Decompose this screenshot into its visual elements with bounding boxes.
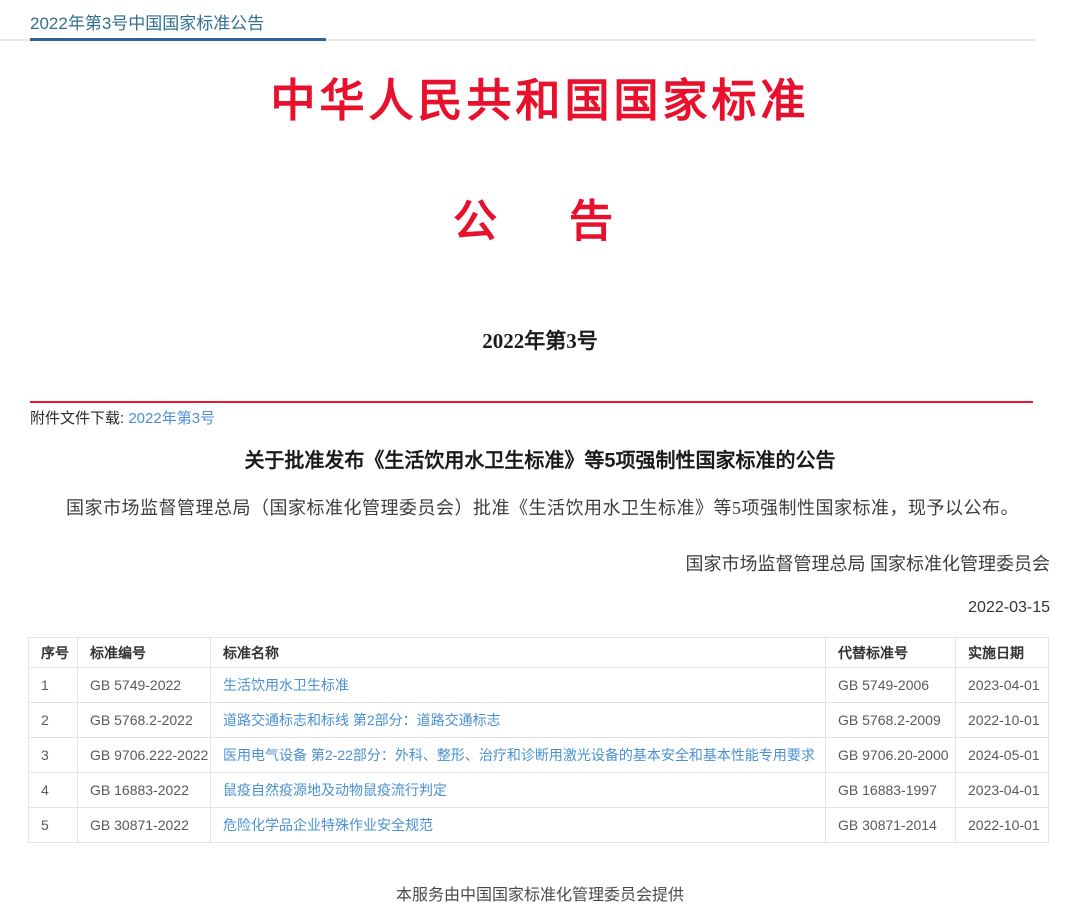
- issue-number: 2022年第3号: [0, 325, 1080, 355]
- cell-effective: 2023-04-01: [956, 668, 1049, 703]
- table-row: 5 GB 30871-2022 危险化学品企业特殊作业安全规范 GB 30871…: [29, 808, 1049, 843]
- cell-name: 道路交通标志和标线 第2部分：道路交通标志: [211, 703, 826, 738]
- col-header-name: 标准名称: [211, 638, 826, 668]
- cell-code: GB 16883-2022: [78, 773, 211, 808]
- table-row: 1 GB 5749-2022 生活饮用水卫生标准 GB 5749-2006 20…: [29, 668, 1049, 703]
- cell-code: GB 9706.222-2022: [78, 738, 211, 773]
- standard-name-link[interactable]: 道路交通标志和标线 第2部分：道路交通标志: [223, 712, 501, 728]
- col-header-effective: 实施日期: [956, 638, 1049, 668]
- cell-code: GB 5749-2022: [78, 668, 211, 703]
- table-row: 3 GB 9706.222-2022 医用电气设备 第2-22部分：外科、整形、…: [29, 738, 1049, 773]
- cell-index: 5: [29, 808, 78, 843]
- red-divider-line: [30, 401, 1033, 403]
- cell-index: 1: [29, 668, 78, 703]
- cell-code: GB 30871-2022: [78, 808, 211, 843]
- masthead-subtitle: 公 告: [0, 185, 1080, 249]
- cell-replaces: GB 5749-2006: [826, 668, 956, 703]
- cell-name: 生活饮用水卫生标准: [211, 668, 826, 703]
- standard-name-link[interactable]: 生活饮用水卫生标准: [223, 677, 349, 693]
- standard-name-link[interactable]: 危险化学品企业特殊作业安全规范: [223, 817, 433, 833]
- announcement-title: 关于批准发布《生活饮用水卫生标准》等5项强制性国家标准的公告: [0, 444, 1080, 473]
- standard-name-link[interactable]: 鼠疫自然疫源地及动物鼠疫流行判定: [223, 782, 447, 798]
- table-header-row: 序号 标准编号 标准名称 代替标准号 实施日期: [29, 638, 1049, 668]
- cell-effective: 2022-10-01: [956, 703, 1049, 738]
- attachment-row: 附件文件下载: 2022年第3号: [30, 407, 1080, 428]
- cell-replaces: GB 30871-2014: [826, 808, 956, 843]
- attachment-label: 附件文件下载:: [30, 410, 124, 427]
- cell-code: GB 5768.2-2022: [78, 703, 211, 738]
- cell-index: 2: [29, 703, 78, 738]
- standard-name-link[interactable]: 医用电气设备 第2-22部分：外科、整形、治疗和诊断用激光设备的基本安全和基本性…: [223, 747, 815, 763]
- cell-replaces: GB 5768.2-2009: [826, 703, 956, 738]
- col-header-code: 标准编号: [78, 638, 211, 668]
- service-provider-note: 本服务由中国国家标准化管理委员会提供: [0, 881, 1080, 905]
- announcement-signature: 国家市场监督管理总局 国家标准化管理委员会: [0, 550, 1050, 576]
- masthead-title: 中华人民共和国国家标准: [0, 64, 1080, 129]
- cell-effective: 2024-05-01: [956, 738, 1049, 773]
- cell-effective: 2023-04-01: [956, 773, 1049, 808]
- attachment-download-link[interactable]: 2022年第3号: [128, 410, 215, 427]
- cell-effective: 2022-10-01: [956, 808, 1049, 843]
- standards-table: 序号 标准编号 标准名称 代替标准号 实施日期 1 GB 5749-2022 生…: [28, 637, 1049, 843]
- cell-replaces: GB 16883-1997: [826, 773, 956, 808]
- tab-announcement-2022-no3[interactable]: 2022年第3号中国国家标准公告: [30, 9, 264, 34]
- col-header-index: 序号: [29, 638, 78, 668]
- announcement-date: 2022-03-15: [0, 599, 1050, 617]
- cell-index: 3: [29, 738, 78, 773]
- cell-name: 医用电气设备 第2-22部分：外科、整形、治疗和诊断用激光设备的基本安全和基本性…: [211, 738, 826, 773]
- cell-index: 4: [29, 773, 78, 808]
- table-row: 4 GB 16883-2022 鼠疫自然疫源地及动物鼠疫流行判定 GB 1688…: [29, 773, 1049, 808]
- col-header-replaces: 代替标准号: [826, 638, 956, 668]
- cell-name: 危险化学品企业特殊作业安全规范: [211, 808, 826, 843]
- active-tab-underline: [30, 38, 326, 41]
- table-row: 2 GB 5768.2-2022 道路交通标志和标线 第2部分：道路交通标志 G…: [29, 703, 1049, 738]
- cell-replaces: GB 9706.20-2000: [826, 738, 956, 773]
- cell-name: 鼠疫自然疫源地及动物鼠疫流行判定: [211, 773, 826, 808]
- tab-bar: 2022年第3号中国国家标准公告: [0, 0, 1080, 42]
- announcement-body: 国家市场监督管理总局（国家标准化管理委员会）批准《生活饮用水卫生标准》等5项强制…: [30, 494, 1050, 520]
